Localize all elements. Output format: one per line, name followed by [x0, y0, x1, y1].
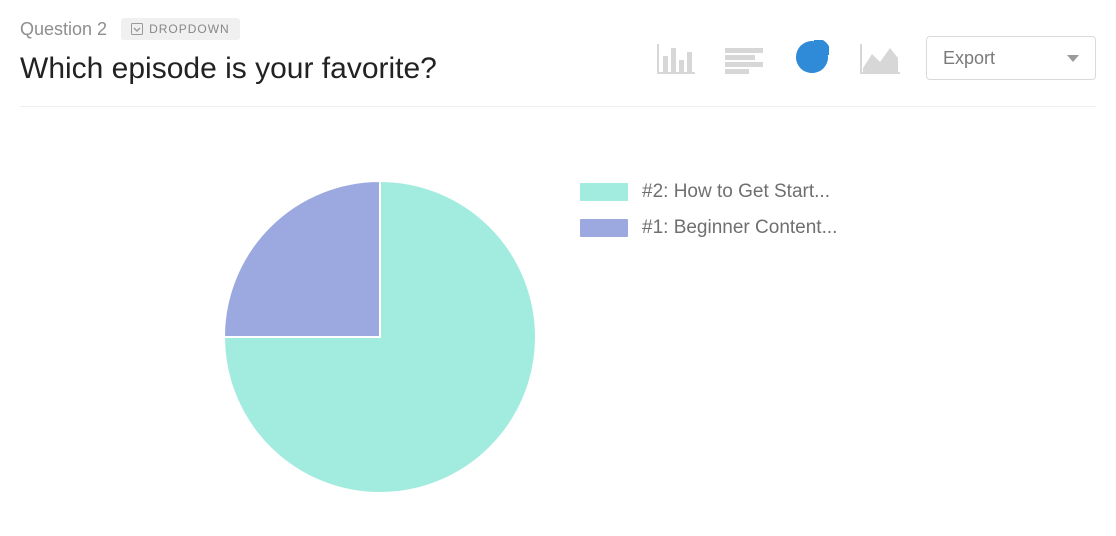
- question-number: Question 2: [20, 19, 107, 40]
- tab-horizontal-bar[interactable]: [724, 42, 764, 74]
- bar-chart-icon: [657, 44, 695, 74]
- header-right: Export: [656, 18, 1096, 80]
- legend-label: #2: How to Get Start...: [642, 181, 830, 203]
- pie-chart-icon: [795, 40, 829, 74]
- dropdown-icon: [131, 23, 143, 35]
- legend-item[interactable]: #1: Beginner Content...: [580, 217, 837, 239]
- chart-area: #2: How to Get Start... #1: Beginner Cont…: [20, 107, 1096, 497]
- legend-swatch: [580, 183, 628, 201]
- legend: #2: How to Get Start... #1: Beginner Cont…: [580, 177, 837, 239]
- question-header: Question 2 DROPDOWN Which episode is you…: [20, 18, 1096, 86]
- question-type-label: DROPDOWN: [149, 22, 230, 36]
- pie-slice[interactable]: [224, 181, 380, 337]
- legend-label: #1: Beginner Content...: [642, 217, 837, 239]
- chevron-down-icon: [1067, 55, 1079, 62]
- question-meta: Question 2 DROPDOWN: [20, 18, 437, 40]
- pie-chart: [220, 177, 540, 497]
- tab-pie-chart[interactable]: [792, 42, 832, 74]
- question-title: Which episode is your favorite?: [20, 52, 437, 86]
- header-left: Question 2 DROPDOWN Which episode is you…: [20, 18, 437, 86]
- tab-bar-chart[interactable]: [656, 42, 696, 74]
- legend-swatch: [580, 219, 628, 237]
- chart-type-tabs: [656, 42, 900, 74]
- list-icon: [725, 48, 763, 74]
- area-chart-icon: [860, 44, 900, 74]
- question-type-badge: DROPDOWN: [121, 18, 240, 40]
- export-label: Export: [943, 48, 995, 69]
- legend-item[interactable]: #2: How to Get Start...: [580, 181, 837, 203]
- export-dropdown[interactable]: Export: [926, 36, 1096, 80]
- tab-area-chart[interactable]: [860, 42, 900, 74]
